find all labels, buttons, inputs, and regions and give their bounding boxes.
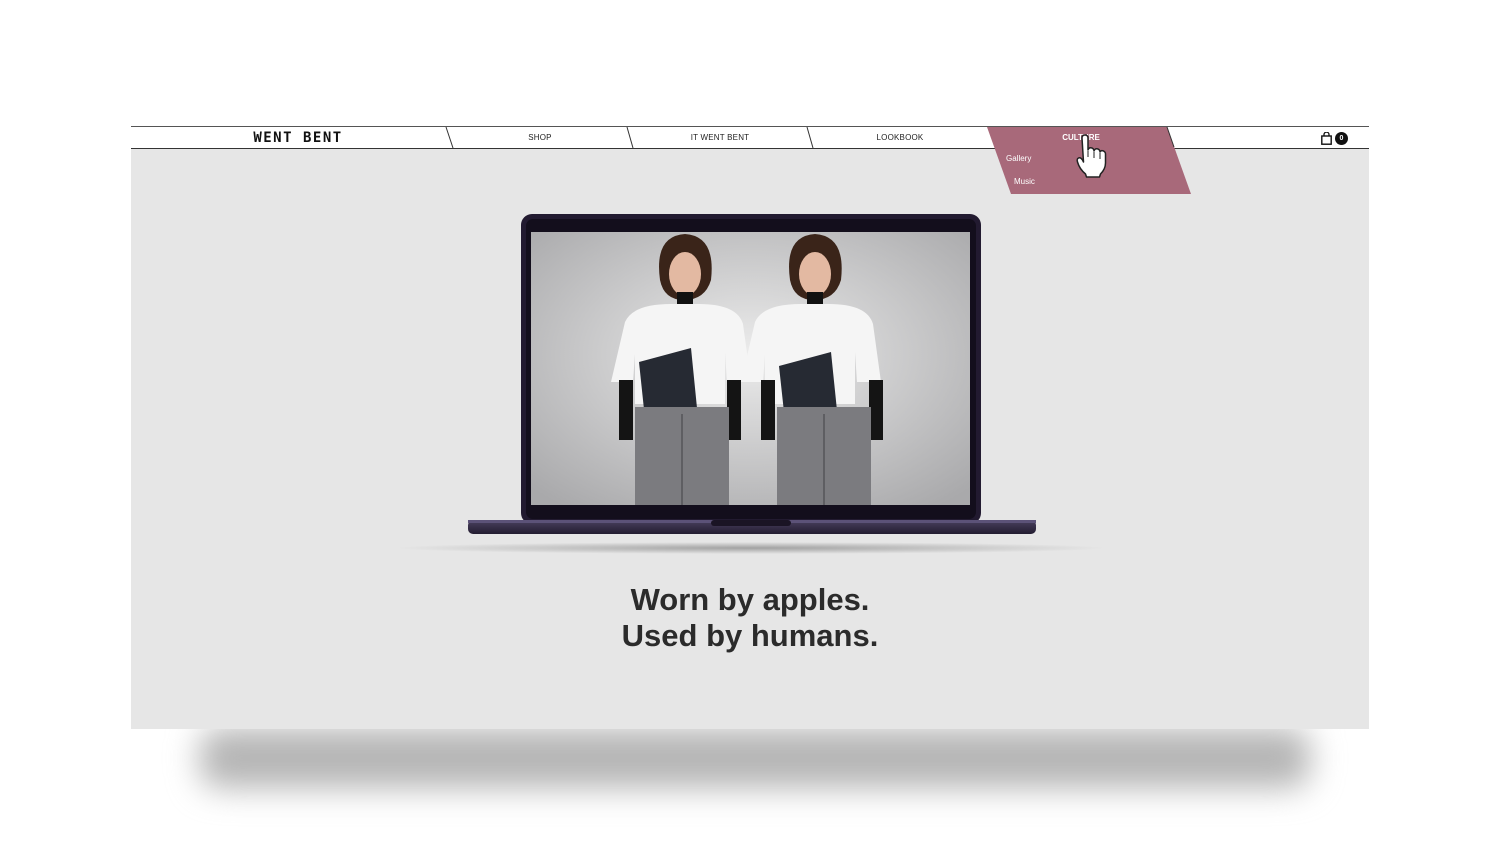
hero-headline: Worn by apples. Used by humans. [131,582,1369,654]
page-drop-shadow [200,728,1310,788]
headline-line-2: Used by humans. [621,618,879,653]
hand-pointer-icon [1076,134,1107,178]
laptop-screen-photo [531,232,970,505]
culture-dropdown-panel [987,126,1191,194]
headline-line-1: Worn by apples. [630,582,870,617]
website-page: WENT BENT SHOP IT WENT BENT LOOKBOOK 0 C… [131,126,1369,729]
dropdown-item-music[interactable]: Music [1014,177,1035,186]
dropdown-item-gallery[interactable]: Gallery [1006,154,1031,163]
